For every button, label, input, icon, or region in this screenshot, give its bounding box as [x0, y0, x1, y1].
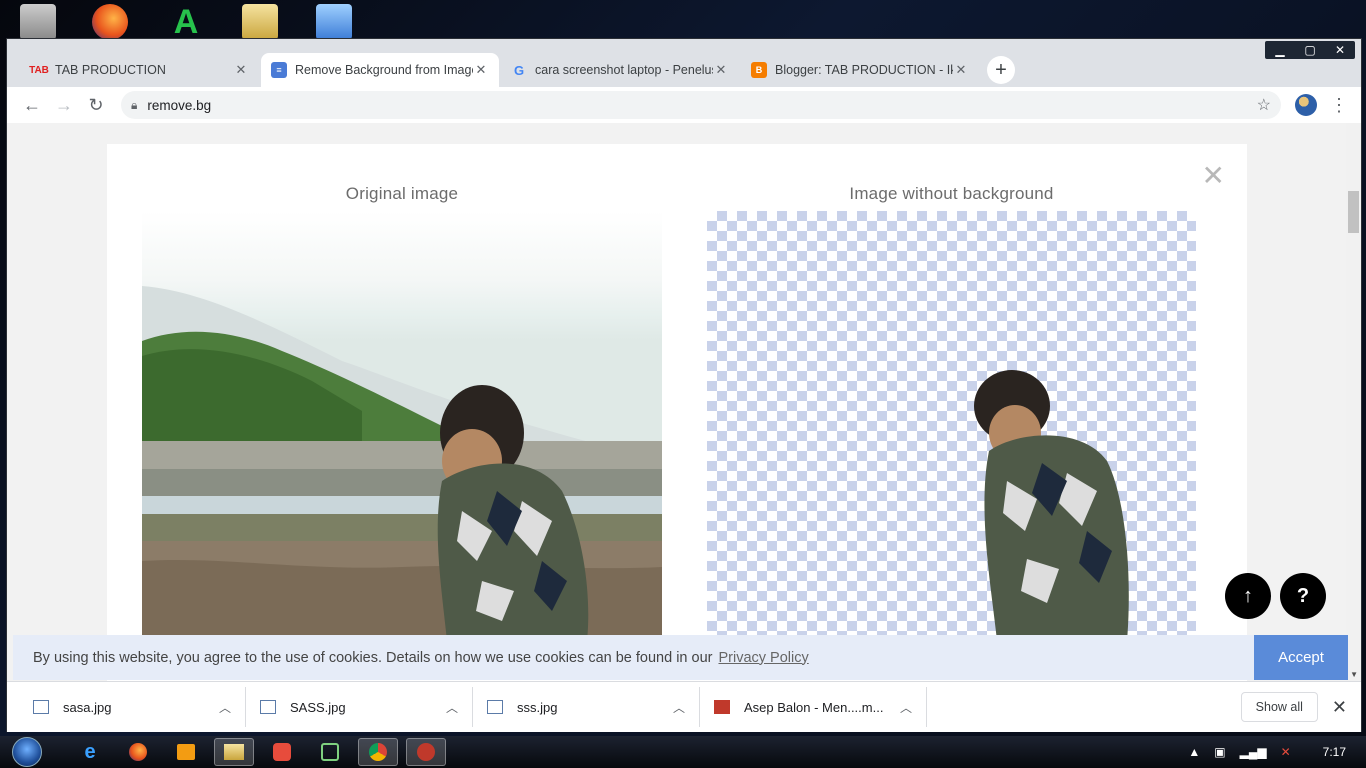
download-item[interactable]: Asep Balon - Men....m... ︿ — [700, 687, 927, 727]
download-item[interactable]: SASS.jpg ︿ — [246, 687, 473, 727]
tab-strip: TAB TAB PRODUCTION ✕ ≡ Remove Background… — [7, 51, 1361, 87]
show-all-downloads-button[interactable]: Show all — [1240, 692, 1318, 722]
result-image-title: Image without background — [849, 184, 1054, 203]
download-filename: sasa.jpg — [63, 699, 112, 715]
tab-google-search[interactable]: G cara screenshot laptop - Penelusuran ✕ — [501, 53, 739, 87]
chevron-up-icon[interactable]: ︿ — [446, 699, 458, 716]
windows-orb-icon — [12, 737, 42, 767]
page-scrollbar[interactable]: ▼ — [1346, 123, 1361, 681]
arrow-up-icon: ↑ — [1243, 584, 1253, 607]
tab-close-icon[interactable]: ✕ — [473, 62, 489, 78]
scroll-down-icon[interactable]: ▼ — [1350, 670, 1358, 679]
volume-muted-icon[interactable]: ✕ — [1281, 745, 1291, 759]
tray-expand-icon[interactable]: ▲ — [1188, 745, 1200, 759]
folder-icon[interactable] — [242, 4, 278, 40]
reload-button[interactable]: ↻ — [81, 90, 111, 120]
browser-toolbar: ← → ↻ 🔒︎ remove.bg ☆ ⋮ — [7, 87, 1361, 123]
remove-bg-icon: ≡ — [271, 62, 287, 78]
cookie-banner: By using this website, you agree to the … — [13, 635, 1348, 680]
power-icon[interactable]: ▣ — [1214, 745, 1225, 759]
cookie-message: By using this website, you agree to the … — [33, 649, 713, 666]
menu-dots-icon[interactable]: ⋮ — [1327, 95, 1351, 116]
clock[interactable]: 7:17 — [1323, 745, 1346, 759]
app-a-icon[interactable]: A — [168, 4, 204, 40]
download-filename: Asep Balon - Men....m... — [744, 699, 884, 715]
signal-icon[interactable]: ▂▄▆ — [1240, 745, 1267, 759]
app-active-icon[interactable] — [406, 738, 446, 766]
lock-icon: 🔒︎ — [131, 97, 138, 112]
close-icon[interactable]: ✕ — [1202, 162, 1225, 190]
blogger-icon: B — [751, 62, 767, 78]
ppsspp-icon[interactable] — [316, 4, 352, 40]
downloads-bar: sasa.jpg ︿ SASS.jpg ︿ sss.jpg ︿ Asep Bal… — [7, 681, 1361, 732]
tab-close-icon[interactable]: ✕ — [953, 62, 969, 78]
tab-title: Blogger: TAB PRODUCTION - Ikhtisar — [775, 63, 953, 77]
page-viewport: ✕ Original image Image without backgroun… — [7, 123, 1361, 681]
app-green-icon[interactable] — [310, 738, 350, 766]
chevron-up-icon[interactable]: ︿ — [673, 699, 685, 716]
tab-close-icon[interactable]: ✕ — [713, 62, 729, 78]
tab-title: cara screenshot laptop - Penelusuran — [535, 63, 713, 77]
ie-icon[interactable]: e — [70, 738, 110, 766]
original-photo-illustration — [142, 286, 662, 641]
privacy-policy-link[interactable]: Privacy Policy — [718, 650, 808, 666]
accept-cookies-button[interactable]: Accept — [1254, 635, 1348, 680]
recycle-bin-icon[interactable] — [20, 4, 56, 40]
download-filename: SASS.jpg — [290, 699, 346, 715]
google-icon: G — [513, 62, 525, 78]
arrow-left-icon: ← — [23, 94, 41, 115]
tab-close-icon[interactable]: ✕ — [233, 62, 249, 78]
image-file-icon — [260, 700, 276, 714]
address-bar[interactable]: 🔒︎ remove.bg ☆ — [121, 91, 1281, 119]
forward-button[interactable]: → — [49, 90, 79, 120]
media-player-icon[interactable] — [166, 738, 206, 766]
url-text: remove.bg — [147, 97, 212, 113]
firefox-taskbar-icon[interactable] — [118, 738, 158, 766]
system-tray: ▲ ▣ ▂▄▆ ✕ 7:17 — [1188, 745, 1346, 759]
tab-production-icon: TAB — [29, 64, 49, 76]
arrow-right-icon: → — [55, 94, 73, 115]
image-without-background — [707, 211, 1196, 641]
bookmark-star-icon[interactable]: ☆ — [1257, 95, 1271, 115]
download-item[interactable]: sasa.jpg ︿ — [19, 687, 246, 727]
scrollbar-thumb[interactable] — [1348, 191, 1359, 233]
help-button[interactable]: ? — [1280, 573, 1326, 619]
taskbar: e ▲ ▣ ▂▄▆ ✕ 7:17 — [0, 736, 1366, 768]
new-tab-button[interactable]: + — [987, 56, 1015, 84]
profile-avatar[interactable] — [1295, 94, 1317, 116]
reload-icon: ↻ — [88, 94, 104, 115]
tab-tab-production[interactable]: TAB TAB PRODUCTION ✕ — [21, 53, 259, 87]
download-filename: sss.jpg — [517, 699, 558, 715]
original-image — [142, 211, 662, 641]
tab-blogger[interactable]: B Blogger: TAB PRODUCTION - Ikhtisar ✕ — [741, 53, 979, 87]
image-file-icon — [33, 700, 49, 714]
close-downloads-icon[interactable]: ✕ — [1332, 697, 1347, 718]
back-button[interactable]: ← — [17, 90, 47, 120]
browser-window: ▁ ▢ ✕ TAB TAB PRODUCTION ✕ ≡ Remove Back… — [6, 38, 1362, 732]
cutout-illustration — [974, 370, 1129, 641]
tab-title: Remove Background from Image — [295, 63, 473, 77]
chevron-up-icon[interactable]: ︿ — [219, 699, 231, 716]
image-file-icon — [487, 700, 503, 714]
scroll-top-button[interactable]: ↑ — [1225, 573, 1271, 619]
tab-title: TAB PRODUCTION — [55, 63, 166, 77]
tab-remove-bg[interactable]: ≡ Remove Background from Image ✕ — [261, 53, 499, 87]
result-modal: ✕ Original image Image without backgroun… — [107, 144, 1247, 681]
chrome-taskbar-icon[interactable] — [358, 738, 398, 766]
download-item[interactable]: sss.jpg ︿ — [473, 687, 700, 727]
firefox-icon[interactable] — [92, 4, 128, 40]
chevron-up-icon[interactable]: ︿ — [900, 699, 912, 716]
app-red-icon[interactable] — [262, 738, 302, 766]
original-image-title: Original image — [345, 184, 459, 203]
audio-file-icon — [714, 700, 730, 714]
explorer-icon[interactable] — [214, 738, 254, 766]
start-button[interactable] — [8, 736, 46, 768]
help-label: ? — [1296, 584, 1310, 607]
